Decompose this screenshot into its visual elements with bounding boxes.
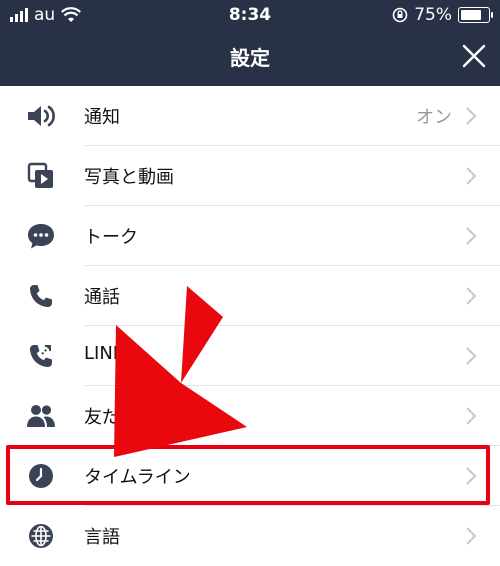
- top-bar: au 8:34 75% 設定: [0, 0, 500, 86]
- chevron-right-icon: [466, 287, 477, 305]
- settings-item-photos-videos[interactable]: 写真と動画: [0, 146, 500, 206]
- settings-item-value: オン: [416, 107, 452, 128]
- settings-item-label: 友だ: [84, 407, 120, 428]
- chevron-right-icon: [466, 227, 477, 245]
- settings-item-line-out[interactable]: LINE O: [0, 326, 500, 386]
- settings-item-label: 通話: [84, 287, 120, 308]
- chevron-right-icon: [466, 527, 477, 545]
- battery-percent: 75%: [414, 5, 452, 25]
- phone-icon: [24, 281, 58, 311]
- chat-bubble-icon: [24, 221, 58, 251]
- settings-item-label: 言語: [84, 527, 120, 548]
- settings-item-notifications[interactable]: 通知 オン: [0, 86, 500, 146]
- close-icon[interactable]: [460, 42, 488, 70]
- settings-item-calls[interactable]: 通話: [0, 266, 500, 326]
- chevron-right-icon: [466, 167, 477, 185]
- media-icon: [24, 161, 58, 191]
- settings-item-friends[interactable]: 友だ: [0, 386, 500, 446]
- settings-item-language[interactable]: 言語: [0, 506, 500, 566]
- page-title: 設定: [230, 46, 270, 70]
- settings-item-label: 通知: [84, 107, 120, 128]
- chevron-right-icon: [466, 407, 477, 425]
- battery-icon: [458, 7, 493, 23]
- friends-icon: [24, 401, 58, 431]
- status-bar: au 8:34 75%: [0, 0, 500, 30]
- chevron-right-icon: [466, 107, 477, 125]
- settings-item-label: LINE O: [84, 343, 145, 364]
- settings-item-label: トーク: [84, 227, 138, 248]
- chevron-right-icon: [466, 347, 477, 365]
- settings-item-label: 写真と動画: [84, 167, 174, 188]
- phone-out-icon: [24, 341, 58, 371]
- highlight-box: [6, 445, 490, 505]
- globe-icon: [24, 521, 58, 551]
- settings-item-chats[interactable]: トーク: [0, 206, 500, 266]
- speaker-icon: [24, 101, 58, 131]
- orientation-lock-icon: [392, 7, 408, 23]
